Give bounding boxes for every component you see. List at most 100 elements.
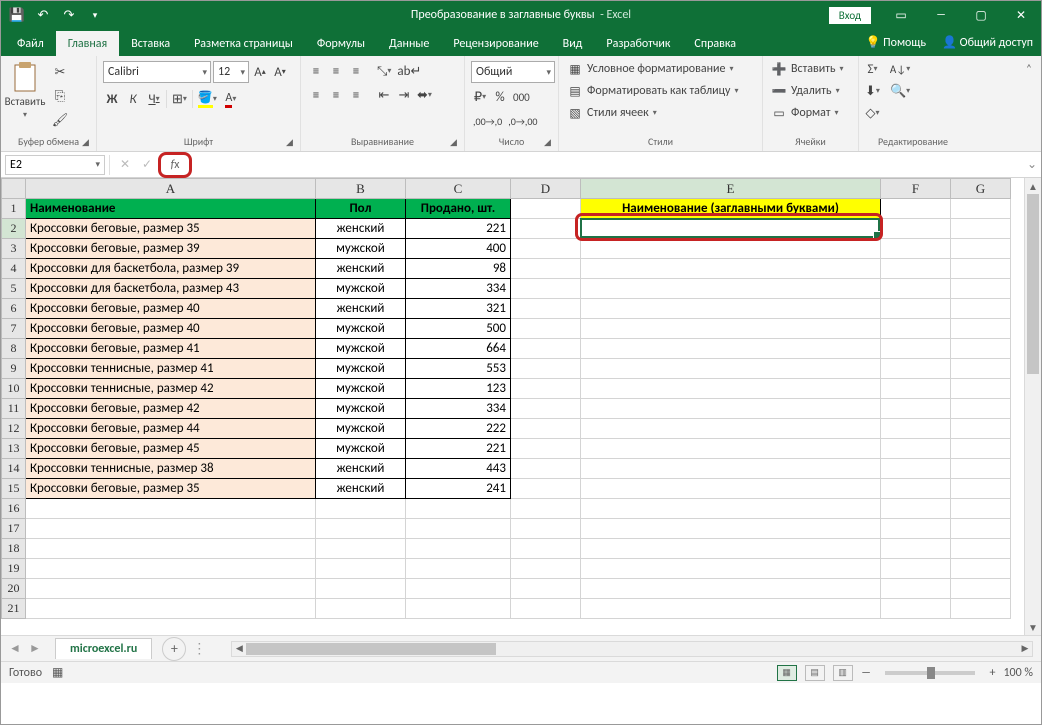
zoom-level[interactable]: 100 % (1003, 666, 1033, 680)
increase-decimal-icon[interactable]: ,00→,0 (471, 111, 504, 131)
row-header-6[interactable]: 6 (2, 299, 26, 319)
col-header-B[interactable]: B (316, 179, 406, 199)
align-left-icon[interactable]: ≡ (307, 85, 325, 105)
zoom-in-icon[interactable]: + (989, 666, 995, 680)
cell-F13[interactable] (881, 439, 951, 459)
cell-E13[interactable] (581, 439, 881, 459)
horizontal-scrollbar[interactable]: ◀ ▶ (231, 641, 1033, 657)
ribbon-options-icon[interactable]: ▭ (881, 1, 921, 29)
row-header-7[interactable]: 7 (2, 319, 26, 339)
cell-D17[interactable] (511, 519, 581, 539)
cell-D20[interactable] (511, 579, 581, 599)
tab-home[interactable]: Главная (56, 31, 119, 56)
row-header-1[interactable]: 1 (2, 199, 26, 219)
cell-D3[interactable] (511, 239, 581, 259)
cell-C12[interactable]: 222 (406, 419, 511, 439)
page-layout-view-icon[interactable]: ▤ (805, 665, 825, 681)
cell-G16[interactable] (951, 499, 1011, 519)
sign-in-button[interactable]: Вход (829, 7, 871, 24)
row-header-19[interactable]: 19 (2, 559, 26, 579)
cell-C18[interactable] (406, 539, 511, 559)
cell-D13[interactable] (511, 439, 581, 459)
row-header-8[interactable]: 8 (2, 339, 26, 359)
cell-E19[interactable] (581, 559, 881, 579)
cell-A18[interactable] (26, 539, 316, 559)
font-name-combo[interactable]: Calibri (103, 61, 211, 83)
format-cells-button[interactable]: ▭Формат (767, 103, 848, 123)
formula-input[interactable] (192, 155, 1023, 175)
cell-G14[interactable] (951, 459, 1011, 479)
cell-D2[interactable] (511, 219, 581, 239)
cell-B7[interactable]: мужской (316, 319, 406, 339)
tab-file[interactable]: Файл (5, 31, 56, 56)
align-right-icon[interactable]: ≡ (347, 85, 365, 105)
find-select-icon[interactable]: 🔍 (888, 81, 912, 101)
cell-F19[interactable] (881, 559, 951, 579)
currency-icon[interactable]: ₽ (471, 87, 489, 107)
cell-D21[interactable] (511, 599, 581, 619)
cell-C21[interactable] (406, 599, 511, 619)
row-header-20[interactable]: 20 (2, 579, 26, 599)
cell-C8[interactable]: 664 (406, 339, 511, 359)
borders-icon[interactable]: ⊞ (170, 89, 189, 109)
maximize-icon[interactable]: ▢ (961, 1, 1001, 29)
cell-A11[interactable]: Кроссовки беговые, размер 42 (26, 399, 316, 419)
bold-button[interactable]: Ж (103, 89, 121, 109)
cell-G6[interactable] (951, 299, 1011, 319)
fill-color-icon[interactable]: 🪣 (196, 89, 219, 109)
cell-D5[interactable] (511, 279, 581, 299)
cell-F4[interactable] (881, 259, 951, 279)
tab-developer[interactable]: Разработчик (594, 31, 682, 56)
cut-icon[interactable]: ✂ (49, 61, 71, 83)
row-header-14[interactable]: 14 (2, 459, 26, 479)
insert-function-icon[interactable]: fx (164, 155, 186, 175)
scroll-down-icon[interactable]: ▼ (1025, 619, 1041, 635)
cell-F12[interactable] (881, 419, 951, 439)
cell-E17[interactable] (581, 519, 881, 539)
cell-G8[interactable] (951, 339, 1011, 359)
orientation-icon[interactable]: ⤡ (375, 61, 393, 81)
cell-C7[interactable]: 500 (406, 319, 511, 339)
decrease-decimal-icon[interactable]: ,0→,00 (506, 111, 539, 131)
scrollbar-thumb[interactable] (1027, 194, 1039, 374)
tell-me[interactable]: 💡 Помощь (858, 29, 935, 56)
name-box[interactable]: E2 (5, 155, 105, 175)
increase-font-icon[interactable]: A▴ (251, 62, 269, 82)
zoom-slider[interactable] (885, 671, 975, 675)
cell-B4[interactable]: женский (316, 259, 406, 279)
cell-D18[interactable] (511, 539, 581, 559)
enter-formula-icon[interactable]: ✓ (136, 155, 158, 175)
font-color-icon[interactable]: A (222, 89, 240, 109)
cell-F3[interactable] (881, 239, 951, 259)
tab-insert[interactable]: Вставка (119, 31, 182, 56)
worksheet-grid[interactable]: ABCDEFG1НаименованиеПолПродано, шт.Наиме… (1, 178, 1041, 635)
scroll-left-icon[interactable]: ◀ (232, 642, 246, 656)
tab-formulas[interactable]: Формулы (305, 31, 377, 56)
page-break-view-icon[interactable]: ▥ (833, 665, 853, 681)
cell-G1[interactable] (951, 199, 1011, 219)
scrollbar-thumb[interactable] (246, 643, 496, 655)
thousands-icon[interactable]: 000 (511, 87, 532, 107)
cell-G11[interactable] (951, 399, 1011, 419)
row-header-13[interactable]: 13 (2, 439, 26, 459)
cell-C13[interactable]: 221 (406, 439, 511, 459)
undo-icon[interactable]: ↶ (33, 5, 53, 25)
cell-E1[interactable]: Наименование (заглавными буквами) (581, 199, 881, 219)
cell-F18[interactable] (881, 539, 951, 559)
tab-nav-prev-icon[interactable]: ◄ (5, 639, 25, 659)
cell-D8[interactable] (511, 339, 581, 359)
cell-A14[interactable]: Кроссовки теннисные, размер 38 (26, 459, 316, 479)
cell-E9[interactable] (581, 359, 881, 379)
cell-B18[interactable] (316, 539, 406, 559)
cell-E2[interactable] (581, 219, 881, 239)
wrap-text-icon[interactable]: ab↵ (395, 61, 423, 81)
align-top-icon[interactable]: ≡ (307, 61, 325, 81)
cell-F14[interactable] (881, 459, 951, 479)
cell-B14[interactable]: женский (316, 459, 406, 479)
cell-E11[interactable] (581, 399, 881, 419)
cell-C15[interactable]: 241 (406, 479, 511, 499)
percent-icon[interactable]: % (491, 87, 509, 107)
cell-D14[interactable] (511, 459, 581, 479)
clear-icon[interactable]: ◇ (863, 103, 882, 123)
dialog-launcher-icon[interactable]: ◢ (450, 137, 462, 149)
